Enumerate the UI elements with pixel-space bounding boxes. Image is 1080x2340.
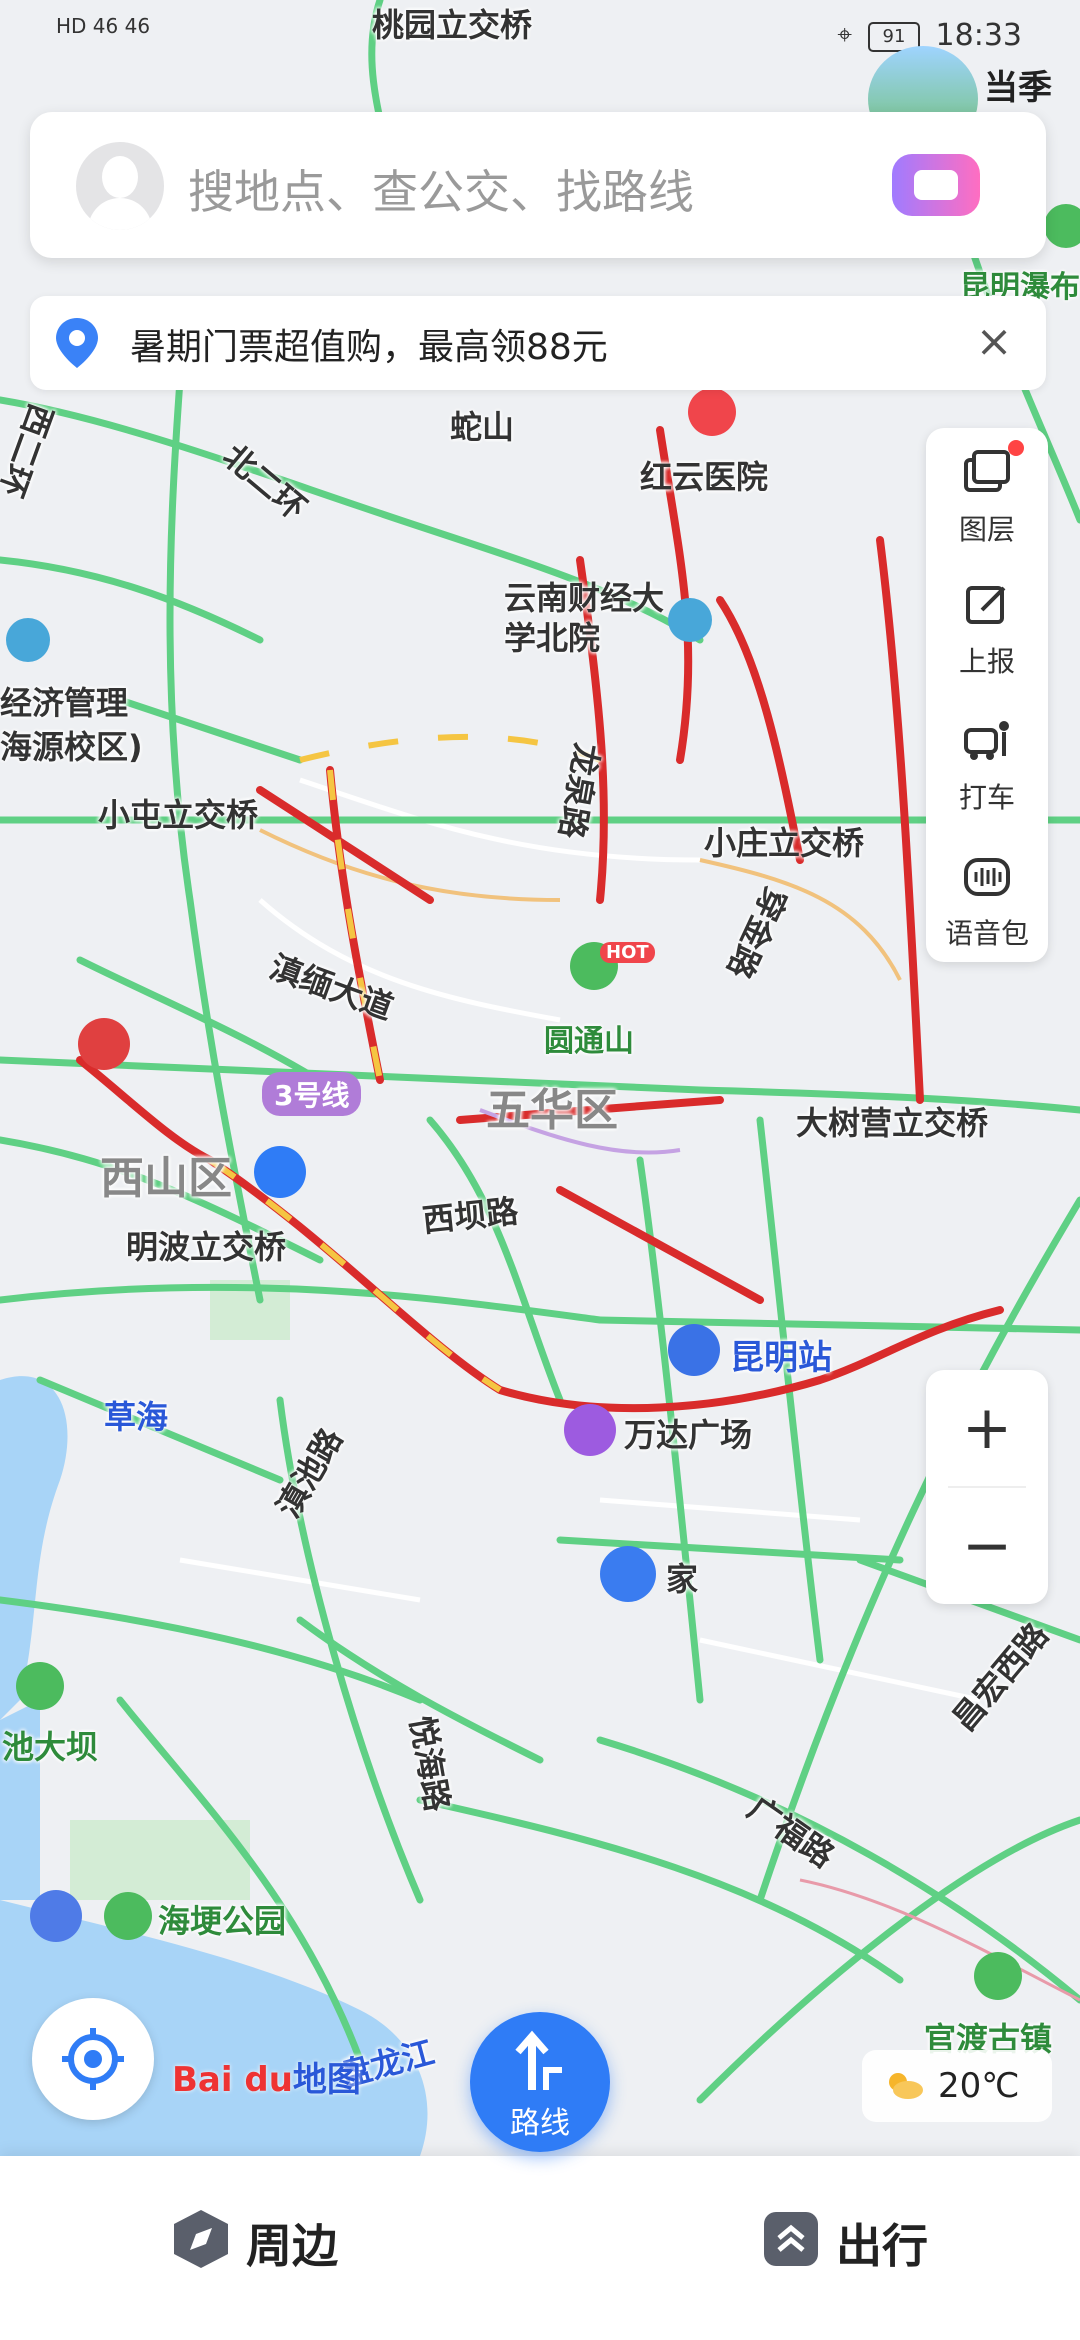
report-icon: [966, 586, 1006, 624]
map-label-line3: 3号线: [262, 1072, 362, 1116]
bottom-nav: 周边 出行: [0, 2156, 1080, 2340]
search-bar[interactable]: 搜地点、查公交、找路线: [30, 112, 1046, 258]
tool-layers-label: 图层: [958, 513, 1015, 546]
baidu-logo: Bai du地图: [172, 2052, 361, 2101]
voice-assistant-button[interactable]: [892, 154, 980, 216]
weather-widget[interactable]: 20℃: [862, 2050, 1052, 2122]
route-button-label: 路线: [510, 2106, 570, 2141]
map-label-mingbo: 明波立交桥: [126, 1228, 287, 1266]
voice-pack-icon: [964, 858, 1010, 896]
travel-icon: [764, 2212, 818, 2266]
signal-indicator: HD 46 46: [56, 14, 151, 38]
map-label-kunming-station: 昆明站: [730, 1338, 832, 1378]
map-label-xiaozhuang: 小庄立交桥: [704, 824, 865, 862]
map-label-shishan: 蛇山: [450, 408, 515, 446]
location-icon: ⌖: [837, 20, 852, 50]
hot-badge: HOT: [600, 942, 655, 963]
map-label-wanda: 万达广场: [624, 1416, 753, 1454]
promo-banner[interactable]: 暑期门票超值购，最高领88元 ×: [30, 296, 1046, 390]
zoom-control: + −: [926, 1370, 1048, 1604]
map-toolbar: 图层 上报 打车 语音包: [926, 428, 1048, 962]
partly-cloudy-icon: [889, 2073, 923, 2099]
map-label-jingji: 经济管理: [0, 684, 129, 722]
tool-layers[interactable]: 图层: [926, 428, 1048, 554]
map-label-home: 家: [666, 1560, 699, 1598]
map-label-dashuying: 大树营立交桥: [796, 1104, 989, 1142]
search-input[interactable]: 搜地点、查公交、找路线: [188, 156, 694, 222]
nav-travel[interactable]: 出行: [836, 2210, 928, 2276]
avatar[interactable]: [76, 142, 164, 230]
map-label-caohai: 草海: [104, 1398, 169, 1436]
location-pin-icon: [56, 318, 98, 368]
close-icon[interactable]: ×: [964, 310, 1024, 374]
logo-brand: Bai du: [172, 2060, 293, 2100]
tool-taxi-label: 打车: [958, 781, 1015, 814]
locate-me-button[interactable]: [32, 1998, 154, 2120]
layers-icon: [964, 450, 1010, 492]
map-label-yuantong: 圆通山: [544, 1024, 634, 1059]
logo-suffix: 地图: [292, 2060, 361, 2100]
map-label-haigeng: 海埂公园: [158, 1902, 287, 1940]
map-label-wuhua: 五华区: [486, 1085, 618, 1136]
weather-temp: 20℃: [938, 2066, 1020, 2106]
nav-nearby[interactable]: 周边: [246, 2210, 338, 2276]
zoom-out-button[interactable]: −: [926, 1488, 1048, 1604]
map-label-haiyuan: 海源校区): [0, 728, 143, 766]
tool-voice-pack-label: 语音包: [944, 917, 1029, 950]
map-label-caijing: 云南财经大学北院: [504, 579, 665, 657]
zoom-in-button[interactable]: +: [926, 1370, 1048, 1486]
map-label-xishan: 西山区: [100, 1153, 232, 1204]
tool-voice-pack[interactable]: 语音包: [926, 832, 1048, 958]
route-arrow-icon: [515, 2030, 562, 2090]
tool-report-label: 上报: [958, 645, 1015, 678]
route-button[interactable]: 路线: [470, 2012, 610, 2152]
tool-report[interactable]: 上报: [926, 560, 1048, 686]
notification-dot: [1008, 440, 1024, 456]
crosshair-icon: [62, 2028, 124, 2090]
taxi-icon: [964, 721, 1009, 760]
tool-taxi[interactable]: 打车: [926, 696, 1048, 822]
map-label-hongyun: 红云医院: [640, 458, 769, 496]
map-label-xiaotun: 小屯立交桥: [98, 796, 259, 834]
promo-text: 暑期门票超值购，最高领88元: [130, 327, 608, 368]
compass-icon: [174, 2210, 228, 2268]
map-label-daba: 池大坝: [2, 1728, 99, 1766]
